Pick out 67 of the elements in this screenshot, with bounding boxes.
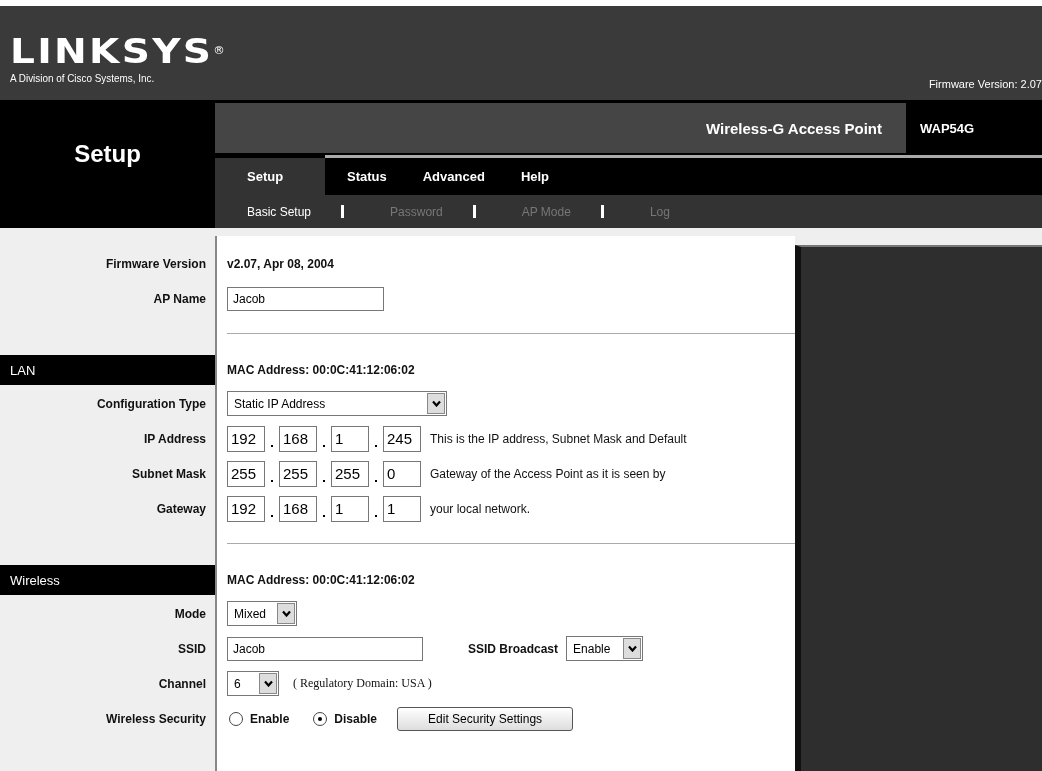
dot-separator: [271, 444, 273, 447]
field-label: Subnet Mask: [132, 466, 206, 481]
note-text: ( Regulatory Domain: USA ): [293, 676, 432, 691]
mac-address-text: MAC Address: 00:0C:41:12:06:02: [227, 363, 415, 377]
linksys-logo: LINKSYS$^{®}$: [10, 34, 228, 68]
field-label: AP Name: [153, 291, 206, 306]
nav-tab[interactable]: Setup: [215, 158, 325, 195]
section-header: LAN: [0, 355, 215, 385]
note-text: This is the IP address, Subnet Mask and Default: [430, 431, 687, 446]
mac-address-text: MAC Address: 00:0C:41:12:06:02: [227, 573, 415, 587]
caret-icon: [281, 610, 291, 617]
radio-label: Enable: [250, 711, 290, 726]
ip-octet-field[interactable]: 1: [331, 495, 369, 522]
edit-security-settings-button[interactable]: Edit Security Settings: [397, 706, 574, 731]
subnav-tab[interactable]: Basic Setup: [247, 204, 312, 219]
radio-button[interactable]: [313, 711, 328, 726]
section-title: Setup: [74, 140, 141, 169]
field-label: Firmware Version: [105, 256, 206, 271]
ip-octet-field[interactable]: 192: [227, 425, 265, 452]
radio-label: Disable: [334, 711, 378, 726]
input-field[interactable]: Jacob: [227, 286, 384, 311]
nav-tab[interactable]: Advanced: [422, 158, 495, 195]
caret-icon: [263, 680, 273, 687]
firmware-version-text: Firmware Version: 2.07: [928, 78, 1042, 90]
dropdown[interactable]: Mixed: [227, 601, 297, 626]
dot-separator: [323, 479, 325, 482]
field-label: Channel: [158, 676, 206, 691]
ip-octet-field[interactable]: 192: [227, 495, 265, 522]
dot-separator: [323, 444, 325, 447]
field-label: SSID: [178, 641, 206, 656]
caret-icon: [627, 645, 637, 652]
dropdown[interactable]: Static IP Address: [227, 391, 447, 416]
ip-octet-field[interactable]: 168: [279, 495, 317, 522]
nav-tab[interactable]: Status: [347, 158, 397, 195]
model-name: WAP54G: [920, 120, 975, 136]
field-label: IP Address: [143, 431, 206, 446]
product-name: Wireless-G Access Point: [705, 119, 882, 137]
dot-separator: [271, 479, 273, 482]
ip-octet-field[interactable]: 255: [331, 460, 369, 487]
field-label: SSID Broadcast: [468, 641, 559, 656]
dropdown[interactable]: 6: [227, 671, 279, 696]
ip-octet-field[interactable]: 168: [279, 425, 317, 452]
input-field[interactable]: Jacob: [227, 636, 423, 661]
firmware-value: v2.07, Apr 08, 2004: [227, 256, 334, 271]
radio-button[interactable]: [229, 711, 243, 726]
ip-octet-field[interactable]: 1: [383, 495, 421, 522]
section-header: Wireless: [0, 565, 215, 595]
ip-octet-field[interactable]: 0: [383, 460, 421, 487]
dot-separator: [375, 514, 377, 517]
ip-octet-field[interactable]: 1: [331, 425, 369, 452]
note-text: your local network.: [430, 501, 531, 516]
field-label: Mode: [174, 606, 206, 621]
dot-separator: [375, 444, 377, 447]
note-text: Gateway of the Access Point as it is seen by: [430, 466, 666, 481]
division-text: A Division of Cisco Systems, Inc.: [10, 72, 156, 84]
dot-separator: [375, 479, 377, 482]
field-label: Gateway: [156, 501, 206, 516]
ip-octet-field[interactable]: 255: [279, 460, 317, 487]
caret-icon: [431, 400, 441, 407]
dot-separator: [271, 514, 273, 517]
field-label: Configuration Type: [96, 396, 206, 411]
dot-separator: [323, 514, 325, 517]
field-label: Wireless Security: [106, 711, 206, 726]
ip-octet-field[interactable]: 245: [383, 425, 421, 452]
ip-octet-field[interactable]: 255: [227, 460, 265, 487]
nav-tab[interactable]: Help: [520, 158, 560, 195]
dropdown[interactable]: Enable: [566, 636, 644, 661]
